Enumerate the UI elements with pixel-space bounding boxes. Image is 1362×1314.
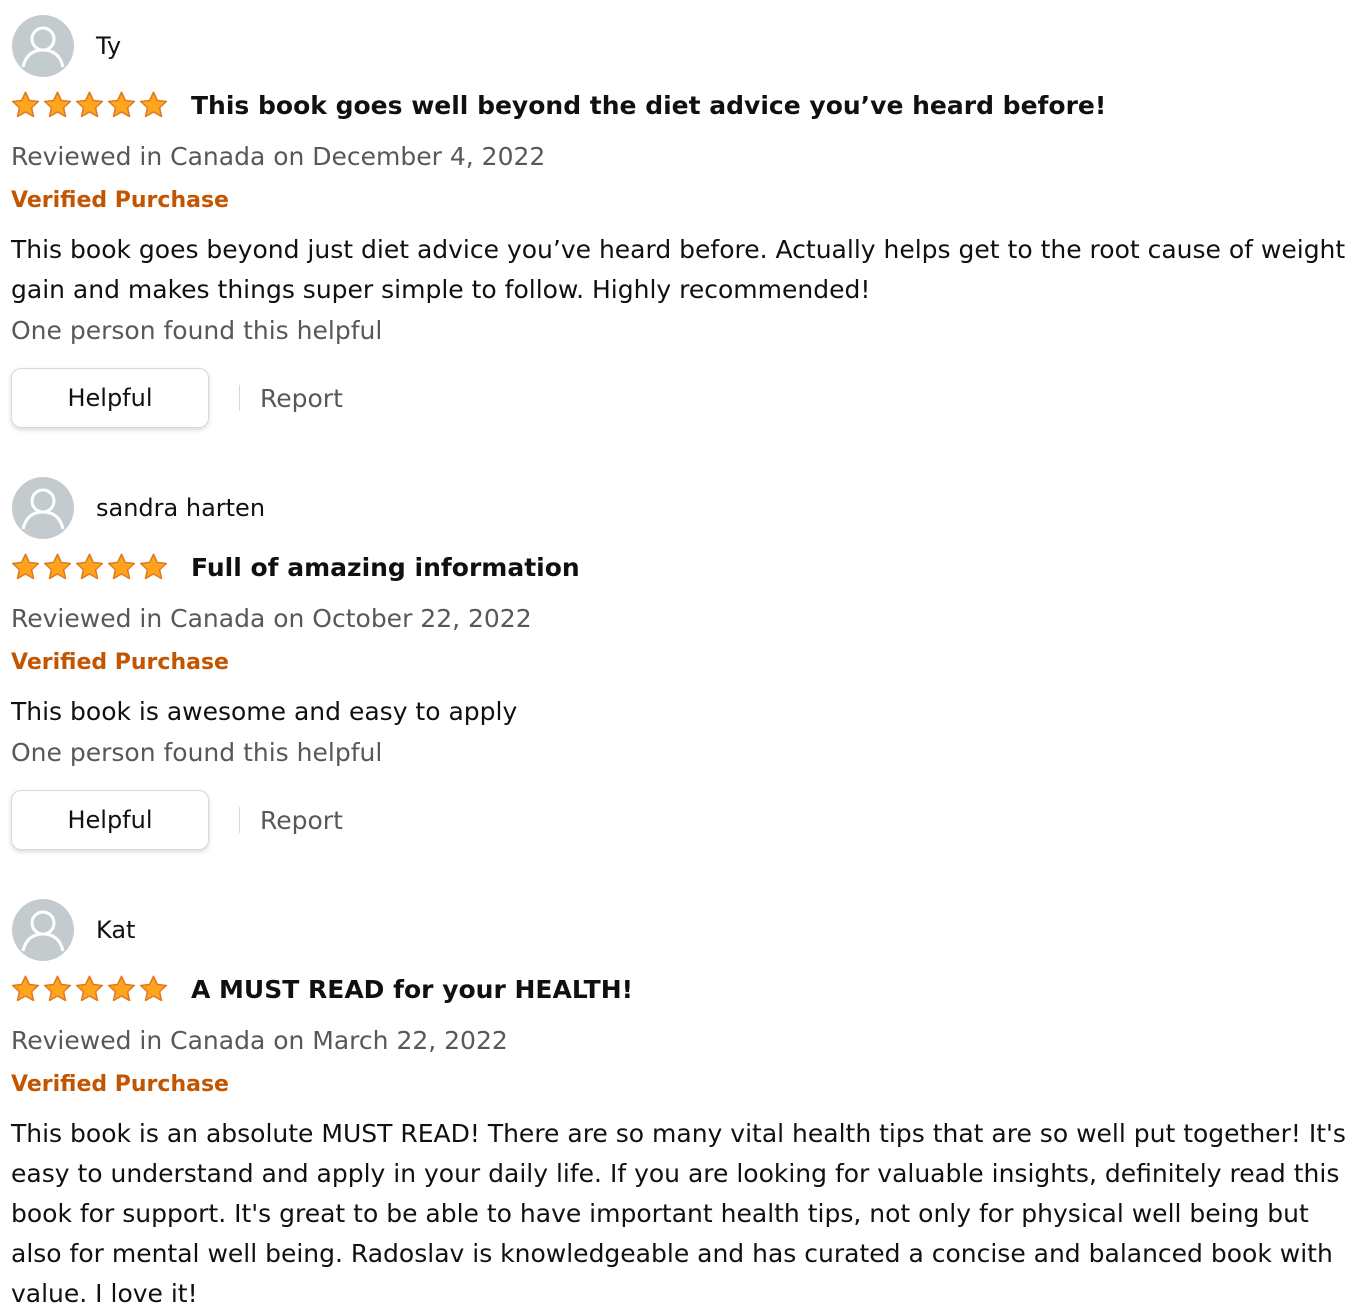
avatar-icon — [12, 477, 74, 539]
helpful-count: One person found this helpful — [11, 316, 383, 345]
report-link[interactable]: Report — [260, 384, 343, 413]
review-actions: Helpful Report — [11, 368, 343, 428]
avatar-icon — [12, 15, 74, 77]
star-icon — [139, 975, 168, 1002]
avatar-icon — [12, 899, 74, 961]
star-icon — [139, 553, 168, 580]
review-actions: Helpful Report — [11, 790, 343, 850]
review-body: This book is an absolute MUST READ! Ther… — [11, 1119, 1346, 1308]
rating-row: Full of amazing information — [10, 550, 580, 584]
star-icon — [43, 553, 72, 580]
helpful-button[interactable]: Helpful — [11, 368, 209, 428]
reviewer-name: Ty — [96, 32, 122, 60]
reviewer-profile[interactable]: Ty — [12, 14, 121, 78]
star-icon — [107, 553, 136, 580]
star-icon — [11, 553, 40, 580]
star-icon — [139, 91, 168, 118]
star-rating[interactable] — [10, 974, 169, 1004]
star-icon — [75, 91, 104, 118]
review-date: Reviewed in Canada on October 22, 2022 — [11, 604, 532, 633]
star-icon — [107, 975, 136, 1002]
star-icon — [107, 91, 136, 118]
reviewer-profile[interactable]: Kat — [12, 898, 135, 962]
report-link[interactable]: Report — [260, 806, 343, 835]
reviewer-profile[interactable]: sandra harten — [12, 476, 265, 540]
star-rating[interactable] — [10, 90, 169, 120]
verified-purchase-badge[interactable]: Verified Purchase — [11, 188, 229, 213]
review-date: Reviewed in Canada on March 22, 2022 — [11, 1026, 508, 1055]
review-title[interactable]: Full of amazing information — [191, 553, 580, 582]
helpful-button[interactable]: Helpful — [11, 790, 209, 850]
rating-row: This book goes well beyond the diet advi… — [10, 88, 1106, 122]
reviewer-name: sandra harten — [96, 494, 266, 522]
helpful-count: One person found this helpful — [11, 738, 383, 767]
divider — [239, 807, 240, 833]
review-title[interactable]: This book goes well beyond the diet advi… — [191, 91, 1106, 120]
review-body: This book goes beyond just diet advice y… — [11, 235, 1346, 304]
star-icon — [75, 975, 104, 1002]
star-icon — [11, 91, 40, 118]
star-rating[interactable] — [10, 552, 169, 582]
reviewer-name: Kat — [96, 916, 136, 944]
star-icon — [75, 553, 104, 580]
verified-purchase-badge[interactable]: Verified Purchase — [11, 1072, 229, 1097]
star-icon — [11, 975, 40, 1002]
star-icon — [43, 975, 72, 1002]
review-title[interactable]: A MUST READ for your HEALTH! — [191, 975, 633, 1004]
divider — [239, 385, 240, 411]
verified-purchase-badge[interactable]: Verified Purchase — [11, 650, 229, 675]
review-date: Reviewed in Canada on December 4, 2022 — [11, 142, 546, 171]
review-body: This book is awesome and easy to apply — [11, 697, 518, 726]
star-icon — [43, 91, 72, 118]
rating-row: A MUST READ for your HEALTH! — [10, 972, 633, 1006]
